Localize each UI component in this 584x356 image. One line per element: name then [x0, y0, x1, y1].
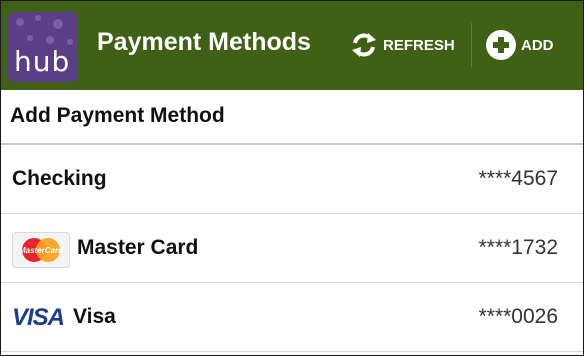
- add-label: ADD: [521, 36, 554, 54]
- add-payment-method-header[interactable]: Add Payment Method: [1, 90, 583, 145]
- app-frame: hub Payment Methods REFRESH ADD Add Paym…: [0, 0, 584, 356]
- visa-icon: VISA: [12, 303, 70, 333]
- hub-logo[interactable]: hub: [8, 12, 78, 82]
- payment-row-visa[interactable]: VISA Visa ****0026: [1, 283, 583, 352]
- logo-text: hub: [14, 45, 71, 78]
- visa-logo-text: VISA: [12, 304, 65, 331]
- payment-row-checking[interactable]: Checking ****4567: [1, 145, 583, 214]
- payment-number: ****0026: [478, 305, 558, 328]
- page-title: Payment Methods: [97, 28, 311, 56]
- payment-number: ****4567: [478, 167, 558, 190]
- action-bar: hub Payment Methods REFRESH ADD: [1, 1, 583, 90]
- refresh-icon: [352, 33, 376, 57]
- payment-name: Visa: [73, 305, 116, 328]
- payment-row-mastercard[interactable]: MasterCard Master Card ****1732: [1, 214, 583, 283]
- svg-text:MasterCard: MasterCard: [19, 246, 64, 255]
- section-header-label: Add Payment Method: [10, 104, 225, 127]
- payment-name: Checking: [12, 167, 107, 190]
- payment-number: ****1732: [478, 236, 558, 259]
- mastercard-icon: MasterCard: [12, 232, 70, 268]
- add-button[interactable]: ADD: [485, 28, 554, 62]
- refresh-label: REFRESH: [383, 36, 455, 54]
- refresh-button[interactable]: REFRESH: [349, 28, 455, 62]
- payment-name: Master Card: [77, 236, 199, 259]
- action-divider: [471, 23, 472, 67]
- add-circle-icon: [486, 30, 516, 60]
